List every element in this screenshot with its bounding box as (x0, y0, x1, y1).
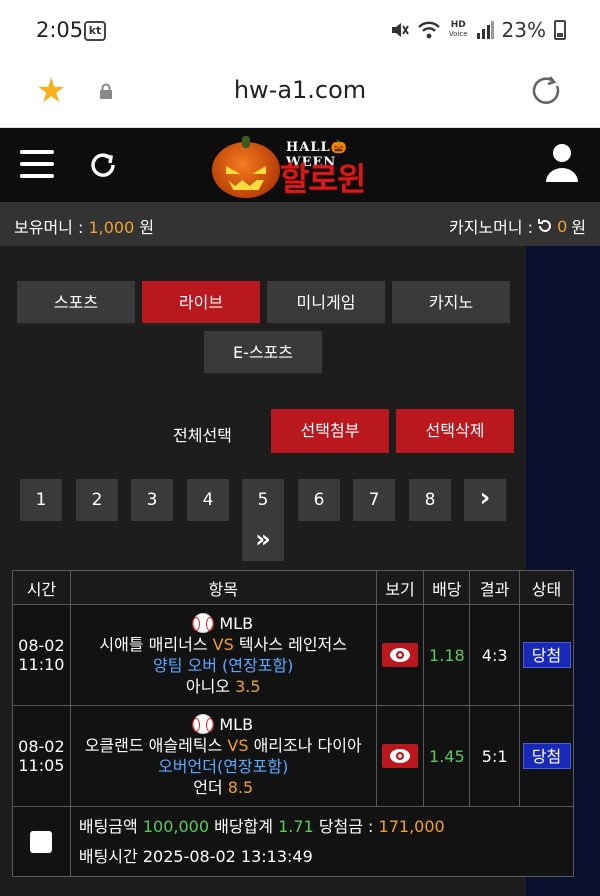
logo-korean-text: 할로윈 (280, 160, 366, 198)
hd-voice-icon: HD Voice (448, 20, 468, 39)
row-time: 08-02 11:05 (12, 705, 71, 807)
money-bar: 보유머니 : 1,000 원 카지노머니 : 0 원 (0, 202, 600, 246)
casino-money: 카지노머니 : 0 원 (449, 216, 586, 238)
row-view (375, 705, 425, 807)
tab-sports[interactable]: 스포츠 (17, 281, 135, 325)
odds-total: 1.71 (278, 816, 314, 836)
row-time: 08-02 11:10 (12, 604, 71, 706)
status-badge: 당첨 (522, 642, 571, 668)
baseball-icon (192, 714, 215, 734)
mute-icon (391, 23, 409, 37)
row-odds: 1.18 (423, 604, 471, 706)
row-view (375, 604, 425, 706)
select-checkbox[interactable] (30, 830, 53, 853)
page-button-6[interactable]: 6 (298, 479, 340, 521)
header-result: 결과 (469, 570, 521, 605)
bet-time: 2025-08-02 13:13:49 (142, 846, 313, 866)
battery-percent: 23% (501, 18, 546, 42)
site-logo[interactable]: HALL🎃WEEN 할로윈 (212, 136, 392, 198)
eye-icon[interactable] (381, 643, 418, 667)
bet-history-table: 시간 항목 보기 배당 결과 상태 08-02 11:10 MLB 시애틀 매리너… (12, 570, 575, 877)
casino-money-value: 0 (557, 216, 568, 236)
row-item: MLB 시애틀 매리너스 VS 텍사스 레인저스 양팀 오버 (연장포함) 아니… (69, 604, 377, 706)
page-button-5[interactable]: 5 (242, 479, 284, 521)
page-button-4[interactable]: 4 (187, 479, 229, 521)
site-header: HALL🎃WEEN 할로윈 (0, 128, 600, 202)
bet-amount: 100,000 (142, 816, 210, 836)
row-odds: 1.45 (423, 705, 471, 807)
select-all-label[interactable]: 전체선택 (173, 422, 232, 446)
status-badge: 당첨 (522, 743, 571, 769)
page-button-8[interactable]: 8 (409, 479, 451, 521)
tab-esports[interactable]: E-스포츠 (204, 331, 322, 375)
row-result: 5:1 (469, 705, 521, 807)
header-status: 상태 (519, 570, 574, 605)
user-icon[interactable] (544, 142, 580, 182)
page-button-1[interactable]: 1 (20, 479, 62, 521)
battery-icon (554, 20, 566, 40)
bet-summary-row: 배팅금액 100,000 배당합계 1.71 당첨금 : 171,000 배팅시… (12, 806, 575, 877)
signal-icon (476, 21, 494, 39)
browser-reload-icon[interactable] (530, 74, 564, 108)
holding-money-value: 1,000 (88, 218, 135, 237)
browser-url-bar: ★ hw-a1.com (0, 62, 600, 128)
win-amount: 171,000 (378, 816, 445, 836)
header-view: 보기 (375, 570, 425, 605)
row-status: 당첨 (519, 705, 574, 807)
casino-refresh-icon[interactable] (537, 218, 553, 234)
tab-minigame[interactable]: 미니게임 (267, 281, 385, 325)
carrier-badge: kt (84, 21, 106, 41)
header-item: 항목 (69, 570, 377, 605)
row-result: 4:3 (469, 604, 521, 706)
eye-icon[interactable] (381, 744, 418, 768)
url-text[interactable]: hw-a1.com (0, 76, 600, 104)
delete-selected-button[interactable]: 선택삭제 (396, 409, 514, 453)
attach-selected-button[interactable]: 선택첨부 (271, 409, 389, 453)
page-button-7[interactable]: 7 (353, 479, 395, 521)
next-page-icon[interactable]: › (464, 479, 506, 521)
row-status: 당첨 (519, 604, 574, 706)
wifi-icon (418, 21, 440, 39)
page-button-2[interactable]: 2 (76, 479, 118, 521)
bet-summary: 배팅금액 100,000 배당합계 1.71 당첨금 : 171,000 배팅시… (69, 806, 575, 877)
table-row: 08-02 11:10 MLB 시애틀 매리너스 VS 텍사스 레인저스 양팀 오… (12, 604, 574, 706)
hamburger-menu-icon[interactable] (20, 150, 54, 180)
status-time: 2:05 (36, 18, 84, 42)
tab-live[interactable]: 라이브 (142, 281, 260, 325)
table-header-row: 시간 항목 보기 배당 결과 상태 (12, 570, 574, 605)
row-item: MLB 오클랜드 애슬레틱스 VS 애리조나 다이아 오버언더(연장포함) 언더… (69, 705, 377, 807)
holding-money: 보유머니 : 1,000 원 (14, 218, 155, 237)
last-page-icon[interactable]: » (242, 519, 284, 561)
pumpkin-icon (212, 142, 280, 198)
refresh-icon[interactable] (88, 150, 118, 180)
tab-casino[interactable]: 카지노 (392, 281, 510, 325)
summary-checkbox-cell (12, 806, 71, 877)
header-time: 시간 (12, 570, 71, 605)
status-bar: 2:05 kt HD Voice 23% (0, 0, 600, 62)
status-icons: HD Voice 23% (389, 18, 566, 42)
baseball-icon (192, 613, 215, 633)
table-row: 08-02 11:05 MLB 오클랜드 애슬레틱스 VS 애리조나 다이아 오버… (12, 705, 574, 807)
page-button-3[interactable]: 3 (131, 479, 173, 521)
header-odds: 배당 (423, 570, 471, 605)
